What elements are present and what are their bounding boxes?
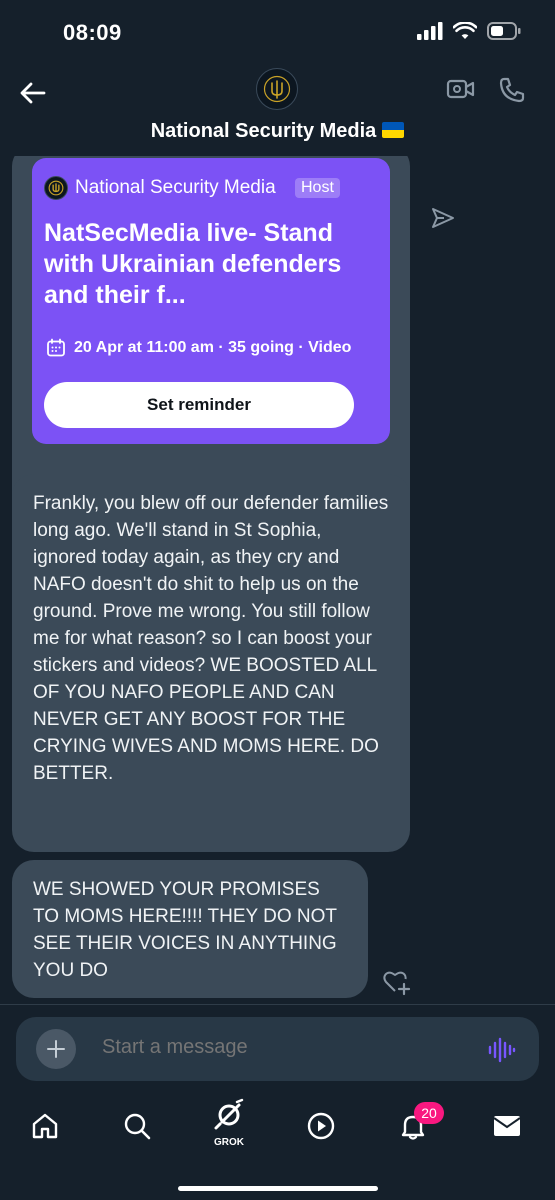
mail-icon: [493, 1116, 521, 1136]
search-icon: [124, 1113, 151, 1140]
status-bar: 08:09: [0, 0, 555, 64]
plus-icon: [47, 1040, 65, 1058]
status-time: 08:09: [63, 20, 122, 45]
add-reaction-button[interactable]: [382, 968, 412, 1001]
conversation-header: National Security Media: [0, 64, 555, 156]
tab-video[interactable]: [299, 1104, 343, 1148]
event-meta-text: 20 Apr at 11:00 am · 35 going · Video: [74, 339, 352, 356]
grok-icon: [214, 1098, 244, 1130]
event-host-name: National Security Media: [75, 177, 276, 198]
status-icons: [417, 22, 521, 40]
message-bubble[interactable]: WE SHOWED YOUR PROMISES TO MOMS HERE!!!!…: [12, 860, 368, 998]
set-reminder-button[interactable]: Set reminder: [44, 382, 354, 428]
grok-label: GROK: [214, 1137, 244, 1148]
wifi-icon: [453, 22, 477, 39]
home-icon: [32, 1113, 58, 1139]
tab-home[interactable]: [23, 1104, 67, 1148]
host-badge: Host: [295, 178, 340, 198]
event-card[interactable]: National Security Media Host NatSecMedia…: [32, 158, 390, 444]
conversation-title-text: National Security Media: [150, 120, 377, 142]
ukraine-flag-icon: [382, 122, 405, 138]
arrow-left-icon: [20, 82, 46, 104]
play-circle-icon: [307, 1112, 335, 1140]
event-title: NatSecMedia live- Stand with Ukrainian d…: [44, 219, 342, 309]
voice-message-button[interactable]: [488, 1037, 516, 1068]
message-input[interactable]: [102, 1036, 452, 1059]
message-list[interactable]: National Security Media Host NatSecMedia…: [0, 156, 555, 1004]
bottom-tab-bar: GROK 20: [0, 1090, 555, 1200]
notification-count-badge: 20: [414, 1102, 444, 1124]
add-media-button[interactable]: [36, 1029, 76, 1069]
share-button[interactable]: [430, 206, 456, 235]
tab-search[interactable]: [115, 1104, 159, 1148]
phone-icon: [499, 77, 525, 103]
tab-grok[interactable]: GROK: [207, 1098, 251, 1148]
voice-call-button[interactable]: [498, 76, 526, 109]
home-indicator: [178, 1186, 378, 1191]
event-host-row: National Security Media Host: [44, 176, 340, 200]
calendar-icon: [47, 338, 65, 357]
message-bubble[interactable]: Frankly, you blew off our defender famil…: [12, 474, 410, 852]
event-host-avatar: [44, 176, 68, 200]
trident-logo-icon: [48, 180, 64, 196]
composer-box: [16, 1017, 539, 1081]
back-button[interactable]: [16, 76, 50, 110]
battery-icon: [487, 22, 521, 40]
video-camera-icon: [446, 79, 475, 99]
voice-waveform-icon: [488, 1037, 516, 1063]
trident-logo-icon: [263, 75, 291, 103]
video-call-button[interactable]: [446, 76, 476, 107]
composer: [0, 1004, 555, 1090]
event-meta: 20 Apr at 11:00 am · 35 going · Video: [46, 338, 351, 358]
tab-messages[interactable]: [485, 1104, 529, 1148]
cellular-signal-icon: [417, 22, 443, 40]
send-icon: [432, 208, 454, 228]
conversation-title[interactable]: National Security Media: [0, 120, 555, 143]
header-avatar[interactable]: [256, 68, 298, 110]
heart-plus-icon: [383, 971, 411, 996]
